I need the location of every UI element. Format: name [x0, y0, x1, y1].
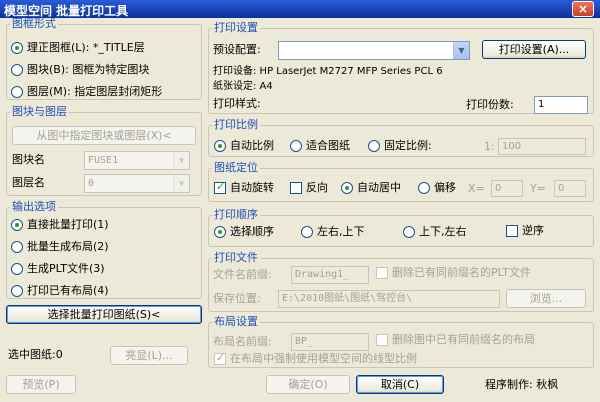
- print-settings-button[interactable]: 打印设置(A)...: [482, 40, 586, 59]
- force-linetype-checkbox[interactable]: [214, 351, 226, 365]
- offset-x-label: X=: [468, 182, 485, 195]
- layout-prefix-input[interactable]: BP_: [291, 333, 369, 351]
- delete-plt-checkbox[interactable]: [376, 267, 388, 279]
- chevron-down-icon[interactable]: ▼: [453, 42, 469, 59]
- chevron-down-icon[interactable]: ▼: [173, 152, 189, 169]
- scale-ratio-input[interactable]: 100: [498, 138, 586, 155]
- browse-button[interactable]: 浏览...: [506, 289, 586, 308]
- frame-type-title-label[interactable]: 理正图框(L): *_TITLE层: [27, 41, 145, 55]
- layer-name-value: 0: [88, 178, 95, 189]
- print-style-label: 打印样式:: [213, 97, 261, 110]
- scale-fixed-radio[interactable]: [368, 140, 380, 152]
- offset-y-label: Y=: [530, 182, 546, 195]
- copies-label: 打印份数:: [466, 98, 514, 111]
- output-layout-radio[interactable]: [11, 241, 23, 253]
- output-layout-label[interactable]: 批量生成布局(2): [27, 240, 109, 254]
- frame-type-title-radio[interactable]: [11, 42, 23, 54]
- author-credit: 程序制作: 秋枫: [485, 378, 559, 391]
- scale-legend: 打印比例: [212, 118, 260, 131]
- pick-block-layer-button[interactable]: 从图中指定图块或图层(X)<: [12, 126, 196, 145]
- order-reverse-label[interactable]: 逆序: [522, 224, 544, 238]
- position-legend: 图纸定位: [212, 161, 260, 174]
- selected-count: 选中图纸:0: [8, 348, 63, 361]
- preset-label: 预设配置:: [213, 43, 261, 56]
- auto-center-radio[interactable]: [341, 182, 353, 194]
- block-name-value: FUSE1: [88, 155, 119, 166]
- chevron-down-icon[interactable]: ▼: [173, 175, 189, 192]
- output-plt-label[interactable]: 生成PLT文件(3): [27, 262, 105, 276]
- order-reverse-checkbox[interactable]: [506, 225, 518, 237]
- scale-ratio-prefix: 1:: [484, 140, 495, 153]
- offset-radio[interactable]: [418, 182, 430, 194]
- order-selection-label[interactable]: 选择顺序: [230, 225, 274, 239]
- cancel-button[interactable]: 取消(C): [356, 375, 444, 394]
- delete-layout-checkbox[interactable]: [376, 334, 388, 346]
- frame-type-block-radio[interactable]: [11, 64, 23, 76]
- reverse-label[interactable]: 反向: [306, 181, 328, 195]
- ok-button[interactable]: 确定(O): [266, 375, 350, 394]
- frame-type-layer-radio[interactable]: [11, 86, 23, 98]
- close-icon[interactable]: ×: [572, 1, 594, 17]
- print-file-legend: 打印文件: [212, 251, 260, 264]
- save-location-label: 保存位置:: [213, 292, 261, 305]
- block-name-label: 图块名: [12, 153, 45, 166]
- delete-layout-label[interactable]: 删除图中已有同前缀名的布局: [392, 333, 535, 347]
- save-location-input[interactable]: E:\2010图纸\图纸\驾控台\: [278, 290, 500, 308]
- auto-center-label[interactable]: 自动居中: [357, 181, 401, 195]
- copies-input[interactable]: 1: [534, 96, 588, 114]
- scale-fixed-label[interactable]: 固定比例:: [384, 139, 432, 153]
- order-tb-radio[interactable]: [403, 226, 415, 238]
- scale-fit-radio[interactable]: [290, 140, 302, 152]
- preview-button[interactable]: 预览(P): [6, 375, 76, 394]
- offset-x-input[interactable]: 0: [491, 180, 523, 197]
- offset-y-input[interactable]: 0: [554, 180, 586, 197]
- scale-auto-label[interactable]: 自动比例: [230, 139, 274, 153]
- frame-type-legend: 图框形式: [10, 17, 58, 30]
- auto-rotate-checkbox[interactable]: [214, 180, 226, 194]
- select-drawings-button[interactable]: 选择批量打印图纸(S)<: [6, 305, 202, 324]
- block-layer-legend: 图块与图层: [10, 105, 69, 118]
- preset-combo[interactable]: ▼: [278, 41, 470, 60]
- offset-label[interactable]: 偏移: [434, 181, 456, 195]
- printer-device: 打印设备: HP LaserJet M2727 MFP Series PCL 6: [213, 66, 443, 77]
- reverse-checkbox[interactable]: [290, 182, 302, 194]
- scale-fit-label[interactable]: 适合图纸: [306, 139, 350, 153]
- file-prefix-label: 文件名前缀:: [213, 268, 272, 281]
- order-lr-label[interactable]: 左右,上下: [317, 225, 365, 239]
- layout-prefix-label: 布局名前缀:: [213, 335, 272, 348]
- output-existing-radio[interactable]: [11, 285, 23, 297]
- output-direct-radio[interactable]: [11, 219, 23, 231]
- layer-name-label: 图层名: [12, 176, 45, 189]
- highlight-button[interactable]: 亮显(L)...: [110, 346, 188, 365]
- frame-type-layer-label[interactable]: 图层(M): 指定图层封闭矩形: [27, 85, 162, 99]
- order-lr-radio[interactable]: [301, 226, 313, 238]
- order-legend: 打印顺序: [212, 208, 260, 221]
- print-settings-legend: 打印设置: [212, 21, 260, 34]
- layer-name-combo[interactable]: 0 ▼: [84, 174, 190, 193]
- output-legend: 输出选项: [10, 200, 58, 213]
- delete-plt-label[interactable]: 删除已有同前缀名的PLT文件: [392, 266, 531, 280]
- title-bar: 模型空间 批量打印工具 ×: [0, 0, 600, 18]
- auto-rotate-label[interactable]: 自动旋转: [230, 181, 274, 195]
- order-tb-label[interactable]: 上下,左右: [419, 225, 467, 239]
- output-direct-label[interactable]: 直接批量打印(1): [27, 218, 109, 232]
- force-linetype-label[interactable]: 在布局中强制使用模型空间的线型比例: [230, 352, 417, 366]
- output-plt-radio[interactable]: [11, 263, 23, 275]
- file-prefix-input[interactable]: Drawing1_: [291, 266, 369, 284]
- paper-size: 纸张设定: A4: [213, 81, 273, 92]
- scale-auto-radio[interactable]: [214, 140, 226, 152]
- order-selection-radio[interactable]: [214, 226, 226, 238]
- layout-legend: 布局设置: [212, 315, 260, 328]
- frame-type-block-label[interactable]: 图块(B): 图框为特定图块: [27, 63, 149, 77]
- output-existing-label[interactable]: 打印已有布局(4): [27, 284, 109, 298]
- block-name-combo[interactable]: FUSE1 ▼: [84, 151, 190, 170]
